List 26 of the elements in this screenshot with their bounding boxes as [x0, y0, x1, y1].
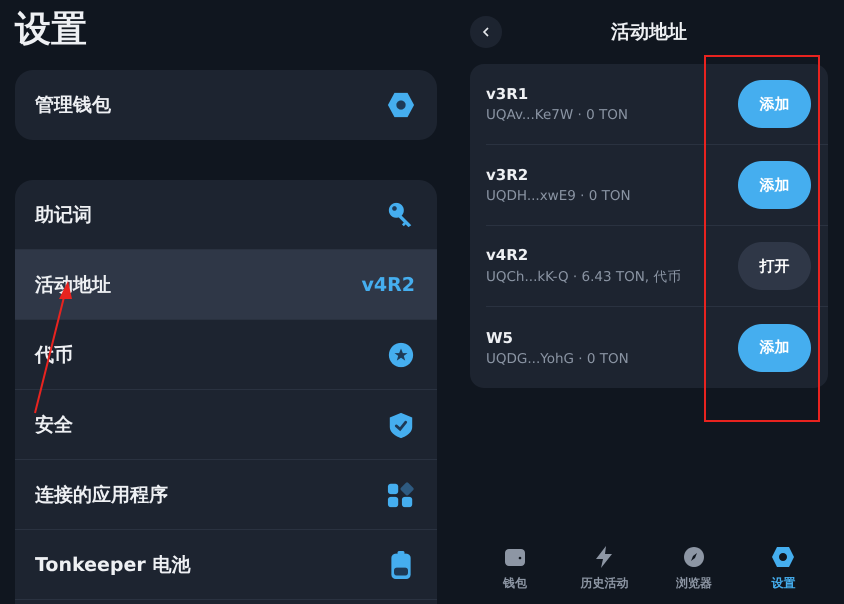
hexagon-nut-icon [387, 91, 415, 119]
open-button[interactable]: 打开 [738, 242, 811, 290]
tab-item[interactable]: 钱包 [474, 545, 555, 592]
wallet-details: UQDG...YohG · 0 TON [486, 350, 629, 366]
wallet-version: v4R2 [486, 246, 530, 264]
page-title: 活动地址 [610, 20, 688, 45]
settings-title: 设置 [15, 8, 88, 52]
wallet-details: UQDH...xwE9 · 0 TON [486, 188, 631, 204]
shield-check-icon [387, 410, 415, 438]
wallet-version: W5 [486, 328, 514, 346]
wallet-version: v3R1 [486, 85, 530, 103]
settings-icon [771, 545, 796, 569]
tab-item[interactable]: 设置 [743, 545, 824, 592]
wallet-version: v3R2 [486, 166, 530, 184]
settings-item[interactable]: Tonkeeper 电池 [15, 530, 437, 600]
manage-wallet-item[interactable]: 管理钱包 [15, 70, 437, 140]
apps-grid-icon [387, 480, 415, 508]
star-badge-icon [387, 340, 415, 368]
back-button[interactable] [470, 16, 502, 48]
tab-item[interactable]: 浏览器 [654, 545, 734, 592]
wallet-details: UQAv...Ke7W · 0 TON [486, 107, 628, 123]
settings-item[interactable]: 连接的应用程序 [15, 460, 437, 530]
wallet-details: UQCh...kK-Q · 6.43 TON, 代币 [486, 268, 682, 286]
tab-item[interactable]: 历史活动 [564, 545, 644, 592]
compass-icon [682, 545, 706, 569]
settings-item[interactable]: 安全 [15, 390, 437, 460]
